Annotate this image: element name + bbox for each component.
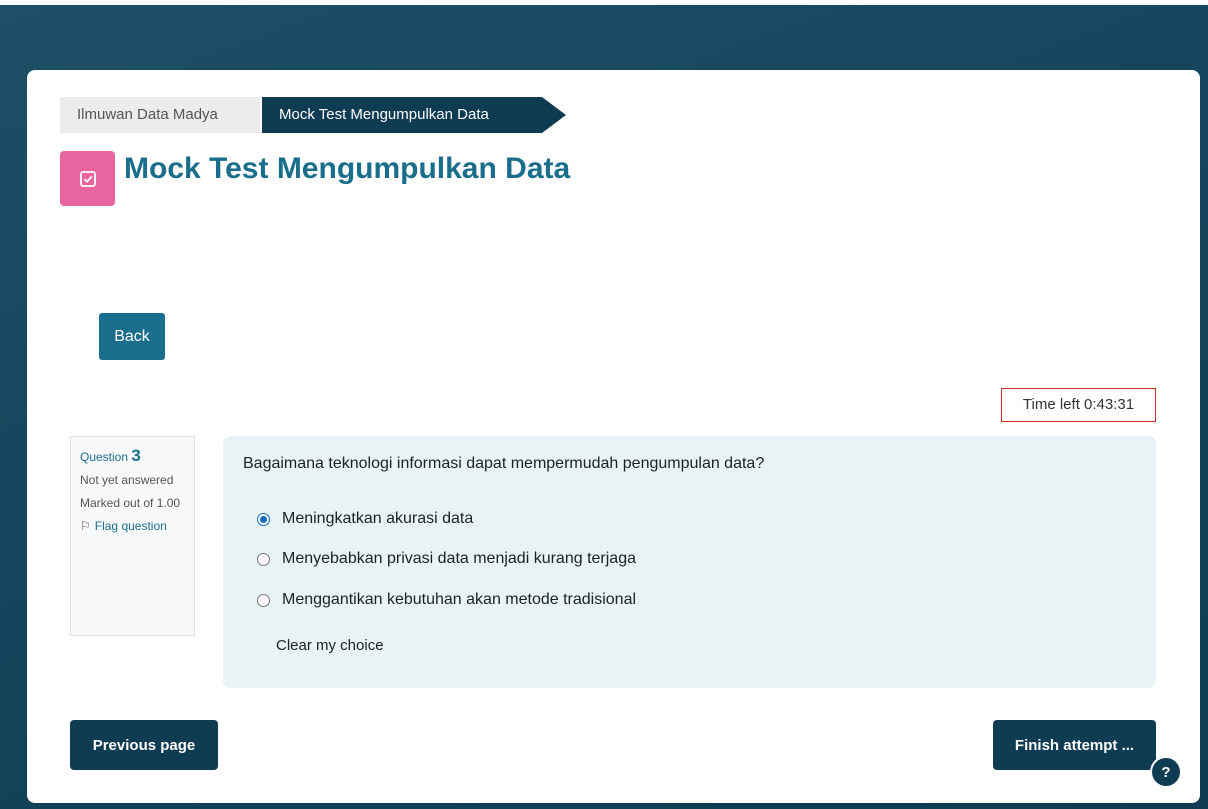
back-button[interactable]: Back [99,313,165,360]
quiz-checkbox-icon [60,151,115,206]
previous-page-button[interactable]: Previous page [70,720,218,770]
question-state: Not yet answered [80,473,174,487]
page-title: Mock Test Mengumpulkan Data [124,152,571,185]
breadcrumb-item-course[interactable]: Ilmuwan Data Madya [60,97,260,133]
finish-attempt-button[interactable]: Finish attempt ... [993,720,1156,770]
question-label: Question [80,450,129,464]
time-left-display: Time left 0:43:31 [1001,388,1156,422]
answer-label-1: Meningkatkan akurasi data [282,510,474,527]
answer-radio-3[interactable] [257,593,270,607]
question-text: Bagaimana teknologi informasi dapat memp… [243,455,765,472]
main-card: Ilmuwan Data Madya Mock Test Mengumpulka… [27,70,1200,803]
flag-question-label: Flag question [94,519,167,533]
question-body: Bagaimana teknologi informasi dapat memp… [223,436,1156,688]
clear-choice-link[interactable]: Clear my choice [276,637,384,654]
answer-radio-2[interactable] [257,552,270,566]
answer-radio-1[interactable] [257,512,270,526]
answer-label-2: Menyebabkan privasi data menjadi kurang … [282,550,636,567]
question-number: Question 3 [80,447,185,466]
answer-option-3[interactable]: Menggantikan kebutuhan akan metode tradi… [257,588,636,612]
flag-question-link[interactable]: ⚐ Flag question [80,517,185,535]
flag-icon: ⚐ [80,519,91,533]
question-info-panel: Question 3 Not yet answered Marked out o… [70,436,195,636]
answer-option-2[interactable]: Menyebabkan privasi data menjadi kurang … [257,547,636,571]
breadcrumb-item-current: Mock Test Mengumpulkan Data [262,97,566,133]
top-strip [0,0,1208,5]
question-number-value: 3 [131,446,141,465]
help-button[interactable]: ? [1150,756,1182,788]
question-grade: Marked out of 1.00 [80,496,181,510]
answer-label-3: Menggantikan kebutuhan akan metode tradi… [282,591,637,608]
answer-option-1[interactable]: Meningkatkan akurasi data [257,507,473,531]
